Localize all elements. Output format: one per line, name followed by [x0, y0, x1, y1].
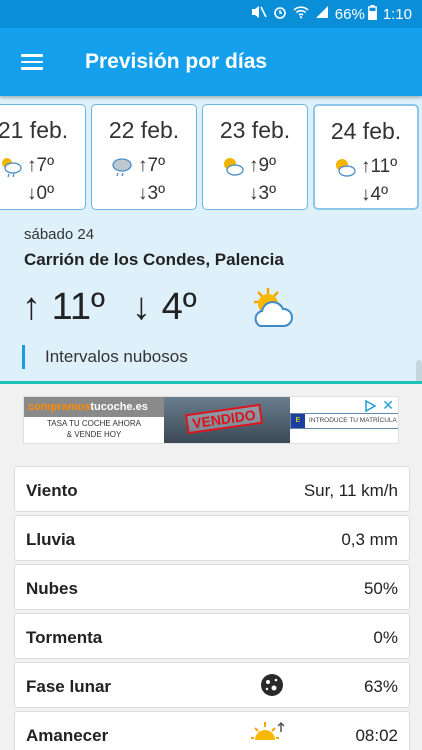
wifi-icon	[293, 5, 309, 23]
min-temp: ↓3º	[138, 183, 166, 204]
max-temp: ↑9º	[249, 155, 277, 176]
detail-row-sunrise: Amanecer 08:02	[14, 711, 410, 750]
detail-row-wind: Viento Sur, 11 km/h	[14, 466, 410, 512]
day-card[interactable]: 23 feb. ↑9º ↓3º	[202, 104, 308, 210]
clock: 1:10	[382, 5, 412, 23]
detail-value: 63%	[363, 677, 398, 696]
status-icons	[251, 5, 329, 23]
location-name: Carrión de los Condes, Palencia	[24, 250, 284, 269]
day-date: 21 feb.	[0, 117, 69, 143]
max-temp: ↑7º	[27, 155, 55, 176]
alarm-icon	[273, 5, 287, 23]
detail-value: 50%	[363, 579, 398, 598]
detail-row-clouds: Nubes 50%	[14, 564, 410, 610]
ad-text-line: TASA TU COCHE AHORA	[47, 419, 141, 428]
battery-icon	[367, 4, 377, 24]
moon-phase-icon	[259, 672, 285, 703]
weather-details-list: Viento Sur, 11 km/h Lluvia 0,3 mm Nubes …	[14, 466, 410, 750]
detail-label: Fase lunar	[26, 677, 112, 696]
detail-value: 0,3 mm	[341, 530, 398, 549]
cloud-rain-icon	[110, 155, 134, 184]
menu-button[interactable]	[0, 28, 64, 96]
ad-banner[interactable]: compramostucoche.es TASA TU COCHE AHORA …	[23, 396, 399, 444]
day-date: 23 feb.	[219, 117, 291, 143]
day-card[interactable]: 22 feb. ↑7º ↓3º	[91, 104, 197, 210]
sunrise-icon	[251, 720, 285, 749]
mute-icon	[251, 5, 267, 23]
max-temp-large: ↑ 11º	[22, 286, 105, 328]
sun-cloud-rain-icon	[0, 155, 23, 184]
scroll-indicator[interactable]	[416, 360, 422, 381]
hamburger-menu-icon	[21, 54, 43, 70]
app-bar: Previsión por días	[0, 28, 422, 96]
weather-description: Intervalos nubosos	[22, 345, 188, 369]
sun-behind-cloud-icon	[248, 286, 300, 335]
battery-percentage: 66%	[334, 5, 365, 23]
sun-cloud-icon	[333, 156, 357, 185]
detail-value: Sur, 11 km/h	[303, 481, 398, 500]
detail-label: Viento	[26, 481, 78, 500]
sun-cloud-icon	[221, 155, 245, 184]
min-temp: ↓0º	[27, 183, 55, 204]
detail-label: Amanecer	[26, 726, 109, 745]
day-name: sábado 24	[24, 226, 95, 243]
max-temp: ↑7º	[138, 155, 166, 176]
min-temp-large: ↓ 4º	[132, 286, 197, 328]
day-card-selected[interactable]: 24 feb. ↑11º ↓4º	[313, 104, 419, 210]
detail-row-storm: Tormenta 0%	[14, 613, 410, 659]
ad-plate-text: INTRODUCE TU MATRÍCULA	[309, 417, 397, 424]
detail-value: 08:02	[355, 726, 398, 745]
status-bar: 66% 1:10	[0, 0, 422, 28]
day-selector[interactable]: 21 feb. ↑7º ↓0º 22 feb. ↑7º ↓3º 23 feb. …	[0, 104, 422, 210]
signal-icon	[315, 5, 329, 23]
day-date: 22 feb.	[108, 117, 180, 143]
detail-value: 0%	[373, 628, 398, 647]
ad-plate-field: E INTRODUCE TU MATRÍCULA	[290, 413, 398, 429]
eu-flag-icon: E	[291, 414, 305, 428]
day-date: 24 feb.	[330, 118, 402, 144]
detail-label: Lluvia	[26, 530, 76, 549]
divider	[0, 381, 422, 384]
detail-row-rain: Lluvia 0,3 mm	[14, 515, 410, 561]
detail-row-moon-phase: Fase lunar 63%	[14, 662, 410, 708]
page-title: Previsión por días	[85, 50, 268, 73]
ad-text-line: & VENDE HOY	[66, 430, 122, 439]
min-temp: ↓4º	[361, 184, 389, 205]
ad-brand: compramostucoche.es	[24, 397, 164, 417]
max-temp: ↑11º	[361, 156, 398, 177]
forecast-panel: 21 feb. ↑7º ↓0º 22 feb. ↑7º ↓3º 23 feb. …	[0, 96, 422, 381]
day-card[interactable]: 21 feb. ↑7º ↓0º	[0, 104, 86, 210]
min-temp: ↓3º	[249, 183, 277, 204]
detail-label: Nubes	[26, 579, 78, 598]
detail-label: Tormenta	[26, 628, 103, 647]
adchoices-icon[interactable]	[364, 399, 377, 413]
ad-close-button[interactable]: ✕	[382, 397, 394, 414]
